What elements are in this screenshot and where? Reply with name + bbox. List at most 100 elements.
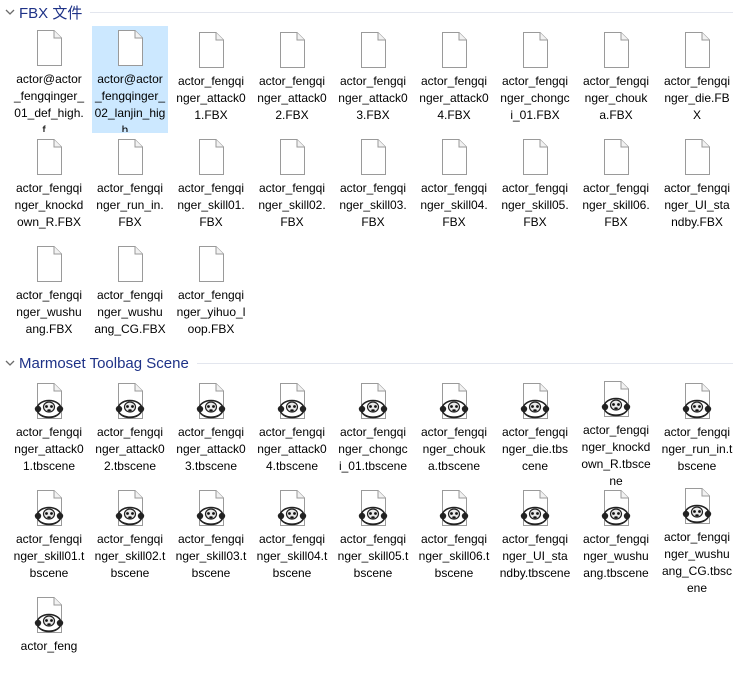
fbx-file-item[interactable]: actor_fengqinger_skill03.FBX	[335, 133, 411, 240]
fbx-file-item[interactable]: actor_fengqinger_wushuang_CG.FBX	[92, 240, 168, 347]
file-name-label: actor_fengqinger_die.FBX	[663, 74, 731, 122]
file-name-label: actor_fengqinger_skill06.FBX	[582, 181, 650, 229]
marmoset-toolbag-icon	[673, 380, 721, 420]
file-name-label: actor_fengqinger_attack01.tbscene	[14, 425, 84, 473]
file-name-label: actor_fengqinger_skill05.tbscene	[337, 532, 409, 580]
fbx-file-item[interactable]: actor_fengqinger_skill05.FBX	[497, 133, 573, 240]
group-divider	[90, 12, 733, 13]
tbscene-file-item[interactable]: actor_fengqinger_attack01.tbscene	[11, 377, 87, 484]
tbscene-file-item[interactable]: actor_fengqinger_skill03.tbscene	[173, 484, 249, 591]
fbx-file-item[interactable]: actor_fengqinger_skill01.FBX	[173, 133, 249, 240]
tbscene-file-item[interactable]: actor_fengqinger_wushuang.tbscene	[578, 484, 654, 591]
tbscene-file-item[interactable]: actor_feng	[11, 591, 87, 698]
tbscene-file-item[interactable]: actor_fengqinger_skill02.tbscene	[92, 484, 168, 591]
fbx-file-item[interactable]: actor_fengqinger_attack01.FBX	[173, 26, 249, 133]
tbscene-file-item[interactable]: actor_fengqinger_skill06.tbscene	[416, 484, 492, 591]
fbx-file-item[interactable]: actor_fengqinger_knockdown_R.FBX	[11, 133, 87, 240]
file-name-label: actor_fengqinger_attack04.FBX	[419, 74, 489, 122]
generic-file-icon	[511, 136, 559, 176]
marmoset-toolbag-icon	[511, 380, 559, 420]
generic-file-icon	[268, 136, 316, 176]
file-name-label: actor_fengqinger_UI_standby.FBX	[663, 181, 731, 229]
tbscene-file-item[interactable]: actor_fengqinger_die.tbscene	[497, 377, 573, 484]
tbscene-file-item[interactable]: actor_fengqinger_chongci_01.tbscene	[335, 377, 411, 484]
generic-file-icon	[511, 29, 559, 69]
marmoset-toolbag-icon	[511, 487, 559, 527]
fbx-file-item[interactable]: actor_fengqinger_skill04.FBX	[416, 133, 492, 240]
marmoset-toolbag-icon	[25, 594, 73, 634]
file-name-label: actor_fengqinger_skill01.FBX	[177, 181, 245, 229]
chevron-down-icon[interactable]	[3, 5, 17, 19]
file-name-label: actor_fengqinger_skill02.FBX	[258, 181, 326, 229]
generic-file-icon	[673, 29, 721, 69]
file-name-label: actor@actor_fengqinger_02_lanjin_high...	[94, 72, 166, 132]
chevron-down-icon[interactable]	[3, 356, 17, 370]
group-title-tbscene: Marmoset Toolbag Scene	[19, 354, 189, 372]
fbx-file-item[interactable]: actor_fengqinger_attack04.FBX	[416, 26, 492, 133]
fbx-file-item[interactable]: actor_fengqinger_run_in.FBX	[92, 133, 168, 240]
file-name-label: actor_fengqinger_skill03.tbscene	[175, 532, 247, 580]
group-title-fbx: FBX 文件	[19, 4, 83, 22]
file-name-label: actor_fengqinger_attack03.tbscene	[176, 425, 246, 473]
fbx-file-item[interactable]: actor_fengqinger_wushuang.FBX	[11, 240, 87, 347]
marmoset-toolbag-icon	[25, 487, 73, 527]
file-grid-tbscene: actor_fengqinger_attack01.tbscene actor_f…	[10, 377, 737, 698]
fbx-file-item[interactable]: actor@actor_fengqinger_01_def_high.f...	[11, 26, 87, 133]
file-name-label: actor_fengqinger_wushuang.FBX	[15, 288, 83, 336]
tbscene-file-item[interactable]: actor_fengqinger_skill05.tbscene	[335, 484, 411, 591]
marmoset-toolbag-icon	[673, 487, 721, 525]
tbscene-file-item[interactable]: actor_fengqinger_knockdown_R.tbscene	[578, 377, 654, 488]
marmoset-toolbag-icon	[187, 487, 235, 527]
generic-file-icon	[187, 29, 235, 69]
marmoset-toolbag-icon	[592, 380, 640, 418]
file-name-label: actor_fengqinger_skill03.FBX	[339, 181, 407, 229]
file-name-label: actor_fengqinger_attack03.FBX	[338, 74, 408, 122]
file-name-label: actor_fengqinger_chongci_01.FBX	[500, 74, 570, 122]
file-name-label: actor_fengqinger_skill04.FBX	[420, 181, 488, 229]
generic-file-icon	[430, 29, 478, 69]
file-name-label: actor_fengqinger_run_in.FBX	[96, 181, 164, 229]
tbscene-file-item[interactable]: actor_fengqinger_run_in.tbscene	[659, 377, 735, 484]
fbx-file-item[interactable]: actor_fengqinger_skill06.FBX	[578, 133, 654, 240]
tbscene-file-item[interactable]: actor_fengqinger_wushuang_CG.tbscene	[659, 484, 735, 595]
marmoset-toolbag-icon	[430, 487, 478, 527]
tbscene-file-item[interactable]: actor_fengqinger_attack03.tbscene	[173, 377, 249, 484]
marmoset-toolbag-icon	[106, 380, 154, 420]
fbx-file-item[interactable]: actor_fengqinger_chouka.FBX	[578, 26, 654, 133]
fbx-file-item[interactable]: actor_fengqinger_attack03.FBX	[335, 26, 411, 133]
file-name-label: actor_fengqinger_run_in.tbscene	[661, 425, 733, 473]
tbscene-file-item[interactable]: actor_fengqinger_UI_standby.tbscene	[497, 484, 573, 591]
file-name-label: actor_fengqinger_knockdown_R.FBX	[14, 181, 84, 229]
tbscene-file-item[interactable]: actor_fengqinger_chouka.tbscene	[416, 377, 492, 484]
file-name-label: actor_fengqinger_knockdown_R.tbscene	[581, 423, 651, 488]
fbx-file-item[interactable]: actor_fengqinger_attack02.FBX	[254, 26, 330, 133]
generic-file-icon	[268, 29, 316, 69]
fbx-file-item[interactable]: actor_fengqinger_yihuo_loop.FBX	[173, 240, 249, 347]
marmoset-toolbag-icon	[430, 380, 478, 420]
fbx-file-item[interactable]: actor_fengqinger_skill02.FBX	[254, 133, 330, 240]
file-name-label: actor_fengqinger_chongci_01.tbscene	[338, 425, 408, 473]
file-name-label: actor_fengqinger_chouka.tbscene	[420, 425, 488, 473]
fbx-file-item[interactable]: actor_fengqinger_UI_standby.FBX	[659, 133, 735, 240]
generic-file-icon	[349, 29, 397, 69]
marmoset-toolbag-icon	[268, 380, 316, 420]
tbscene-file-item[interactable]: actor_fengqinger_skill01.tbscene	[11, 484, 87, 591]
generic-file-icon	[106, 29, 154, 67]
group-header-fbx[interactable]: FBX 文件	[0, 1, 737, 23]
fbx-file-item[interactable]: actor@actor_fengqinger_02_lanjin_high...	[92, 26, 168, 133]
fbx-file-item[interactable]: actor_fengqinger_chongci_01.FBX	[497, 26, 573, 133]
file-grid-fbx: actor@actor_fengqinger_01_def_high.f... a…	[10, 26, 737, 347]
group-divider	[197, 363, 733, 364]
tbscene-file-item[interactable]: actor_fengqinger_attack02.tbscene	[92, 377, 168, 484]
generic-file-icon	[349, 136, 397, 176]
group-header-tbscene[interactable]: Marmoset Toolbag Scene	[0, 352, 737, 374]
marmoset-toolbag-icon	[268, 487, 316, 527]
file-name-label: actor_fengqinger_skill06.tbscene	[418, 532, 490, 580]
file-name-label: actor_fengqinger_UI_standby.tbscene	[499, 532, 571, 580]
tbscene-file-item[interactable]: actor_fengqinger_skill04.tbscene	[254, 484, 330, 591]
file-name-label: actor_fengqinger_attack02.FBX	[257, 74, 327, 122]
generic-file-icon	[430, 136, 478, 176]
fbx-file-item[interactable]: actor_fengqinger_die.FBX	[659, 26, 735, 133]
generic-file-icon	[25, 29, 73, 67]
tbscene-file-item[interactable]: actor_fengqinger_attack04.tbscene	[254, 377, 330, 484]
